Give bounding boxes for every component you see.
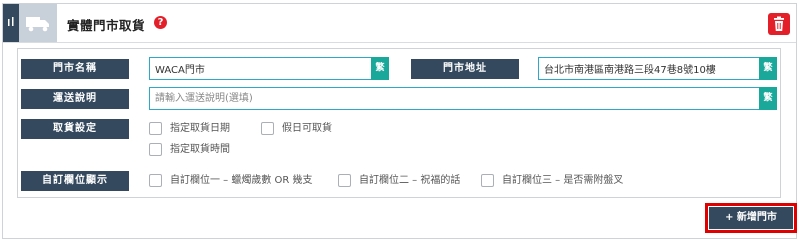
store-name-lang-button[interactable]: 繁 [371, 57, 389, 80]
option-label: 假日可取貨 [282, 123, 332, 134]
shipping-desc-lang-button[interactable]: 繁 [759, 87, 777, 110]
custom-fields-label: 自訂欄位顯示 [21, 171, 129, 191]
option-label: 指定取貨時間 [170, 144, 230, 155]
pickup-settings-label: 取貨設定 [21, 119, 129, 139]
option-label: 自訂欄位二 – 祝福的話 [359, 175, 461, 186]
option-label: 自訂欄位一 – 蠟燭歲數 OR 幾支 [170, 175, 313, 186]
store-address-input[interactable] [539, 58, 760, 79]
section-icon-box [19, 4, 57, 42]
trash-icon [774, 16, 784, 31]
store-name-field: 繁 [149, 57, 389, 80]
store-address-label: 門市地址 [411, 59, 519, 79]
checkbox[interactable] [149, 143, 162, 156]
shipping-desc-label: 運送說明 [21, 89, 129, 109]
section-header: 實體門市取貨 ? [3, 4, 796, 43]
store-name-input[interactable] [150, 58, 372, 79]
drag-handle-icon [8, 17, 14, 26]
shipping-desc-input[interactable] [150, 88, 760, 109]
store-address-lang-button[interactable]: 繁 [759, 57, 777, 80]
form-body: 門市名稱 繁 門市地址 繁 運送說明 繁 取貨設定 指定取貨日期 假日可取貨 指… [17, 48, 781, 198]
drag-handle[interactable] [3, 4, 19, 42]
checkbox[interactable] [261, 122, 274, 135]
store-name-label: 門市名稱 [21, 59, 129, 79]
add-store-button[interactable]: + 新增門市 [705, 203, 797, 233]
checkbox[interactable] [149, 122, 162, 135]
section-title: 實體門市取貨 [67, 18, 146, 33]
help-icon[interactable]: ? [154, 16, 167, 29]
shipping-desc-field: 繁 [149, 87, 777, 110]
checkbox[interactable] [481, 174, 494, 187]
truck-icon [26, 17, 49, 32]
delete-button[interactable] [768, 13, 790, 35]
option-label: 指定取貨日期 [170, 123, 230, 134]
option-label: 自訂欄位三 – 是否需附盤叉 [502, 175, 624, 186]
store-address-field: 繁 [538, 57, 777, 80]
checkbox[interactable] [149, 174, 162, 187]
checkbox[interactable] [338, 174, 351, 187]
